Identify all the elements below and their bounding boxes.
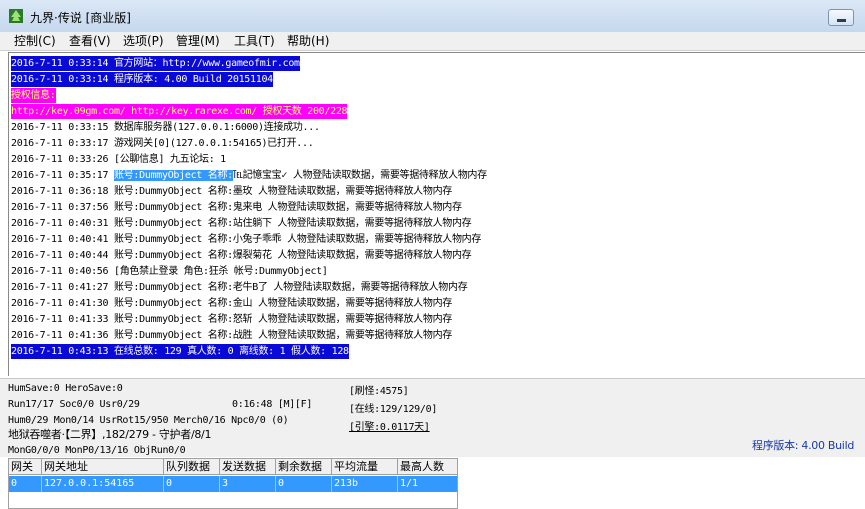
cell-gateway: 0 [9,476,42,492]
table-header: 网关 网关地址 队列数据 发送数据 剩余数据 平均流量 最高人数 [9,459,457,476]
status-map: 地狱吞噬者·【二界】,182/279 - 守护者/8/1 [8,428,212,441]
cell-max-users: 1/1 [398,476,457,492]
status-online: [在线:129/129/0] [349,404,438,415]
cell-address: 127.0.0.1:54165 [42,476,164,492]
header-queue[interactable]: 队列数据 [164,459,220,475]
status-mon: MonG0/0/0 MonP0/13/16 ObjRun0/0 [8,445,186,456]
log-line-selection: 账号:DummyObject 名称: [113,170,233,181]
log-line: 2016-7-11 0:37:56 账号:DummyObject 名称:鬼来电 … [11,202,462,213]
log-line: 2016-7-11 0:35:17 账号:DummyObject 名称:℡記憶宝… [11,168,487,183]
status-humsave: HumSave:0 HeroSave:0 [8,383,123,394]
title-bar[interactable]: 九界·传说 [商业版] [0,0,865,33]
cell-queue: 0 [164,476,220,492]
status-engine-link[interactable]: [引擎:0.0117天] [349,421,430,434]
status-hum: Hum0/29 Mon0/14 UsrRot15/950 Merch0/16 N… [8,415,289,426]
log-line-suffix: ℡記憶宝宝✓ 人物登陆读取数据，需要等据待释放人物内存 [232,170,487,181]
log-line: http://key.09gm.com/ http://key.rarexe.c… [11,104,348,119]
log-line: 2016-7-11 0:33:14 官方网站：http://www.gameof… [11,56,300,71]
minimize-icon [837,19,846,22]
log-line-prefix: 2016-7-11 0:35:17 [11,170,114,181]
menu-manage[interactable]: 管理(M) [176,33,220,49]
log-line: 授权信息: [11,88,56,103]
status-run: Run17/17 Soc0/0 Usr0/29 [8,399,140,410]
menu-help[interactable]: 帮助(H) [287,33,329,49]
log-line: 2016-7-11 0:36:18 账号:DummyObject 名称:墨玫 人… [11,186,452,197]
menu-control[interactable]: 控制(C) [14,33,56,49]
header-max-users[interactable]: 最高人数 [398,459,457,475]
log-line: 2016-7-11 0:33:17 游戏网关[0](127.0.0.1:5416… [11,138,314,149]
cell-avg-traffic: 213b [332,476,398,492]
table-row[interactable]: 0 127.0.0.1:54165 0 3 0 213b 1/1 [9,476,457,492]
menu-options[interactable]: 选项(P) [123,33,164,49]
log-panel[interactable]: 2016-7-11 0:33:14 官方网站：http://www.gameof… [8,52,865,376]
menu-view[interactable]: 查看(V) [69,33,111,49]
window-title: 九界·传说 [商业版] [30,11,131,25]
log-line: 2016-7-11 0:33:26 [公聊信息] 九五论坛: 1 [11,154,226,165]
log-line: 2016-7-11 0:41:27 账号:DummyObject 名称:老牛B了… [11,282,468,293]
log-line: 2016-7-11 0:40:41 账号:DummyObject 名称:小兔子乖… [11,234,482,245]
log-line: 2016-7-11 0:40:44 账号:DummyObject 名称:爆裂菊花… [11,250,472,261]
status-panel: HumSave:0 HeroSave:0 Run17/17 Soc0/0 Usr… [0,378,865,457]
log-line: 2016-7-11 0:40:31 账号:DummyObject 名称:站住躺下… [11,218,472,229]
log-line: 2016-7-11 0:41:36 账号:DummyObject 名称:战胜 人… [11,330,452,341]
header-sent[interactable]: 发送数据 [220,459,276,475]
cell-remaining: 0 [276,476,332,492]
header-address[interactable]: 网关地址 [42,459,164,475]
status-refresh-monsters: [刷怪:4575] [349,386,409,397]
log-line: 2016-7-11 0:41:30 账号:DummyObject 名称:金山 人… [11,298,452,309]
log-line: 2016-7-11 0:43:13 在线总数: 129 真人数: 0 离线数: … [11,344,349,359]
status-uptime: 0:16:48 [M][F] [232,399,313,410]
cell-sent: 3 [220,476,276,492]
menu-tools[interactable]: 工具(T) [234,33,275,49]
log-line: 2016-7-11 0:41:33 账号:DummyObject 名称:怒斩 人… [11,314,452,325]
header-remaining[interactable]: 剩余数据 [276,459,332,475]
app-tree-icon [9,9,23,23]
log-line: 2016-7-11 0:40:56 [角色禁止登录 角色:狂杀 帐号:Dummy… [11,266,328,277]
header-gateway[interactable]: 网关 [9,459,42,475]
gateway-table[interactable]: 网关 网关地址 队列数据 发送数据 剩余数据 平均流量 最高人数 0 127.0… [8,458,458,509]
header-avg-traffic[interactable]: 平均流量 [332,459,398,475]
program-version: 程序版本: 4.00 Build [752,439,855,452]
menu-bar: 控制(C) 查看(V) 选项(P) 管理(M) 工具(T) 帮助(H) [0,32,865,51]
log-line: 2016-7-11 0:33:14 程序版本: 4.00 Build 20151… [11,72,273,87]
minimize-button[interactable] [828,9,854,26]
log-line: 2016-7-11 0:33:15 数据库服务器(127.0.0.1:6000)… [11,122,320,133]
